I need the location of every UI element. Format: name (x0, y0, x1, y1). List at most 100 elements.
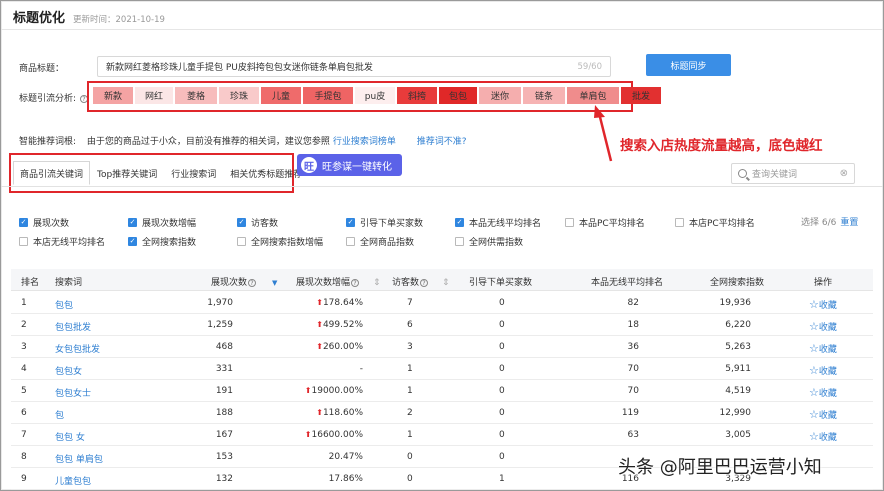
title-token[interactable]: 菱格 (175, 87, 217, 104)
metric-checkbox[interactable]: 本店无线平均排名 (19, 235, 105, 248)
metric-checkbox[interactable]: 本品PC平均排名 (565, 216, 645, 229)
favorite-button[interactable]: ☆收藏 (809, 342, 837, 355)
cell-growth: ⬆118.60% (316, 408, 363, 418)
cell-growth-value: 178.64% (322, 298, 363, 308)
metric-checkbox-label: 本品PC平均排名 (579, 219, 645, 229)
title-input[interactable]: 新款网红菱格珍珠儿童手提包 PU皮斜挎包包女迷你链条单肩包批发 59/60 (97, 56, 611, 77)
cell-growth-value: 260.00% (322, 342, 363, 352)
favorite-label: 收藏 (818, 323, 837, 333)
cell-growth-value: 499.52% (322, 320, 363, 330)
cell-rank: 7 (21, 430, 27, 440)
title-token[interactable]: 儿童 (261, 87, 301, 104)
cell-keyword-link[interactable]: 包 (55, 408, 64, 421)
inaccurate-link[interactable]: 推荐词不准? (417, 137, 467, 147)
title-token[interactable]: 网红 (135, 87, 173, 104)
cell-growth-value: 118.60% (322, 408, 363, 418)
cell-search-index: 6,220 (725, 320, 751, 330)
title-token[interactable]: pu皮 (355, 87, 395, 104)
cell-impressions: 132 (215, 474, 233, 484)
cell-mobile-rank: 36 (627, 342, 639, 352)
cell-search-index: 12,990 (719, 408, 752, 418)
title-token[interactable]: 新款 (93, 87, 133, 104)
metric-checkbox[interactable]: ✓ 访客数 (237, 216, 278, 229)
metric-checkbox-label: 展现次数 (33, 219, 70, 229)
favorite-button[interactable]: ☆收藏 (809, 430, 837, 443)
wang-convert-button[interactable]: 旺 旺参谋一键转化 (297, 154, 402, 176)
arrow-up-icon: ⬆ (304, 386, 312, 395)
metric-checkbox[interactable]: ✓ 引导下单买家数 (346, 216, 423, 229)
cell-visitors: 1 (407, 364, 413, 374)
cell-keyword-link[interactable]: 包包 女 (55, 430, 85, 443)
metric-checkbox[interactable]: 全网搜索指数增幅 (237, 235, 323, 248)
th-impressions-label: 展现次数 (211, 278, 248, 288)
table-row: 5 包包女士 191 ⬆19000.00% 1 0 70 4,519 ☆收藏 (11, 380, 873, 402)
metric-checkbox[interactable]: ✓ 本品无线平均排名 (455, 216, 541, 229)
sort-icon[interactable]: ⇕ (442, 278, 450, 288)
recommend-note: 由于您的商品过于小众，目前没有推荐的相关词，建议您参照 (86, 137, 330, 147)
metric-checkbox[interactable]: ✓ 展现次数 (19, 216, 69, 229)
sort-desc-icon[interactable]: ▼ (272, 279, 277, 287)
title-token[interactable]: 手提包 (303, 87, 353, 104)
th-visitors[interactable]: 访客数? ⇕ (392, 275, 450, 288)
metric-checkbox-label: 全网供需指数 (469, 238, 524, 248)
cell-mobile-rank: 70 (627, 386, 639, 396)
check-icon: ✓ (346, 218, 355, 227)
table-row: 7 包包 女 167 ⬆16600.00% 1 0 63 3,005 ☆收藏 (11, 424, 873, 446)
th-growth-label: 展现次数增幅 (296, 278, 351, 288)
cell-keyword-link[interactable]: 包包批发 (55, 320, 91, 333)
cell-mobile-rank: 70 (627, 364, 639, 374)
cell-keyword-link[interactable]: 包包 (55, 298, 73, 311)
favorite-label: 收藏 (818, 411, 837, 421)
title-sync-button[interactable]: 标题同步 (646, 54, 731, 76)
th-growth[interactable]: 展现次数增幅? ⇕ (296, 275, 381, 288)
table-row: 6 包 188 ⬆118.60% 2 0 119 12,990 ☆收藏 (11, 402, 873, 424)
help-icon: ? (420, 278, 429, 287)
metric-checkbox[interactable]: 全网供需指数 (455, 235, 523, 248)
favorite-button[interactable]: ☆收藏 (809, 408, 837, 421)
metric-checkbox[interactable]: ✓ 全网搜索指数 (128, 235, 196, 248)
metric-checkbox[interactable]: ✓ 展现次数增幅 (128, 216, 196, 229)
metric-checkbox[interactable]: 全网商品指数 (346, 235, 414, 248)
help-icon: ? (248, 278, 257, 287)
industry-rank-link[interactable]: 行业搜索词榜单 (333, 137, 396, 147)
title-token[interactable]: 珍珠 (219, 87, 259, 104)
favorite-button[interactable]: ☆收藏 (809, 320, 837, 333)
sort-icon[interactable]: ⇕ (373, 278, 381, 288)
cell-keyword-link[interactable]: 儿童包包 (55, 474, 91, 487)
cell-keyword-link[interactable]: 包包女 (55, 364, 82, 377)
title-token[interactable]: 斜挎 (397, 87, 437, 104)
cell-keyword-link[interactable]: 女包包批发 (55, 342, 100, 355)
th-buyers: 引导下单买家数 (469, 278, 533, 288)
clear-icon[interactable]: ⊗ (840, 168, 848, 179)
keyword-search-input[interactable]: 查询关键词 ⊗ (731, 163, 855, 184)
th-impressions[interactable]: 展现次数? ▼ (211, 275, 277, 288)
favorite-button[interactable]: ☆收藏 (809, 298, 837, 311)
th-visitors-label: 访客数 (392, 278, 420, 288)
tab-product-keywords[interactable]: 商品引流关键词 (13, 161, 91, 185)
metric-checkbox[interactable]: 本店PC平均排名 (675, 216, 755, 229)
reset-link[interactable]: 重置 (840, 218, 858, 228)
title-token[interactable]: 链条 (523, 87, 565, 104)
cell-growth-value: 20.47% (328, 452, 363, 462)
star-icon: ☆ (809, 298, 819, 311)
cell-visitors: 0 (407, 474, 413, 484)
title-token[interactable]: 包包 (439, 87, 477, 104)
cell-rank: 1 (21, 298, 27, 308)
checkbox-box (675, 218, 684, 227)
title-token[interactable]: 迷你 (479, 87, 521, 104)
favorite-label: 收藏 (818, 433, 837, 443)
favorite-button[interactable]: ☆收藏 (809, 364, 837, 377)
cell-buyers: 0 (499, 452, 505, 462)
metric-checkbox-label: 全网搜索指数增幅 (251, 238, 324, 248)
arrow-up-icon: ⬆ (316, 298, 323, 307)
cell-visitors: 3 (407, 342, 413, 352)
cell-keyword-link[interactable]: 包包 单肩包 (55, 452, 103, 465)
tab-top-keywords[interactable]: Top推荐关键词 (90, 161, 164, 185)
tab-industry-search[interactable]: 行业搜索词 (164, 161, 223, 185)
cell-keyword-link[interactable]: 包包女士 (55, 386, 91, 399)
cell-growth: 20.47% (329, 452, 363, 462)
favorite-button[interactable]: ☆收藏 (809, 386, 837, 399)
cell-impressions: 191 (215, 386, 233, 396)
cell-buyers: 0 (499, 430, 505, 440)
robot-icon: 旺 (301, 157, 317, 173)
